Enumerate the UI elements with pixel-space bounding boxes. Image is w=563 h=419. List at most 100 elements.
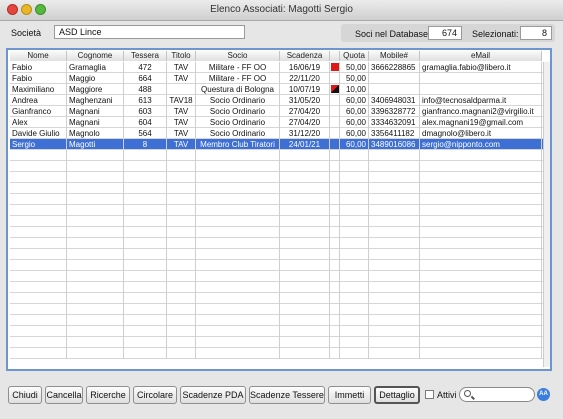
cell-nome: Maximiliano xyxy=(10,84,67,95)
cell-mobile xyxy=(369,216,420,227)
cell-mobile: 3396328772 xyxy=(369,106,420,117)
search-field[interactable] xyxy=(459,387,535,402)
empty-table-row[interactable] xyxy=(10,348,548,359)
cell-socio: Socio Ordinario xyxy=(196,117,280,128)
empty-table-row[interactable] xyxy=(10,205,548,216)
table-row[interactable]: Andrea Maghenzani 613 TAV18 Socio Ordinario 3… xyxy=(10,95,548,106)
cell-scadenza xyxy=(280,326,330,337)
cell-scadenza xyxy=(280,227,330,238)
cell-socio xyxy=(196,150,280,161)
column-header-titolo[interactable]: Titolo xyxy=(167,51,196,61)
cell-flag xyxy=(330,260,340,271)
column-header-nome[interactable]: Nome xyxy=(10,51,67,61)
cell-tessera xyxy=(124,172,167,183)
dettaglio-button[interactable]: Dettaglio xyxy=(374,386,420,404)
empty-table-row[interactable] xyxy=(10,293,548,304)
members-table[interactable]: Nome Cognome Tessera Titolo Socio Scaden… xyxy=(6,48,552,371)
empty-table-row[interactable] xyxy=(10,260,548,271)
scadenze-pda-button[interactable]: Scadenze PDA xyxy=(180,386,246,404)
cell-mobile xyxy=(369,84,420,95)
empty-table-row[interactable] xyxy=(10,172,548,183)
table-row[interactable]: Davide Giulio Magnolo 564 TAV Socio Ordinari… xyxy=(10,128,548,139)
column-header-tessera[interactable]: Tessera xyxy=(124,51,167,61)
cell-flag xyxy=(330,238,340,249)
cell-socio: Socio Ordinario xyxy=(196,128,280,139)
cell-titolo xyxy=(167,227,196,238)
column-header-mobile[interactable]: Mobile# xyxy=(369,51,420,61)
table-row[interactable]: Fabio Gramaglia 472 TAV Militare - FF OO 16/0… xyxy=(10,62,548,73)
cell-flag xyxy=(330,315,340,326)
empty-table-row[interactable] xyxy=(10,249,548,260)
cell-socio xyxy=(196,282,280,293)
column-header-flag[interactable] xyxy=(330,51,340,61)
expiry-flag-icon xyxy=(331,63,339,71)
cell-tessera: 603 xyxy=(124,106,167,117)
societa-field[interactable]: ASD Lince xyxy=(54,25,245,39)
cell-mobile xyxy=(369,315,420,326)
sort-order-icon[interactable]: AA xyxy=(537,388,550,401)
cell-tessera: 8 xyxy=(124,139,167,150)
circolare-button[interactable]: Circolare xyxy=(133,386,177,404)
empty-table-row[interactable] xyxy=(10,216,548,227)
window: Elenco Associati: Magotti Sergio Società… xyxy=(0,0,563,419)
empty-table-row[interactable] xyxy=(10,183,548,194)
table-row[interactable]: Maximiliano Maggiore 488 Questura di Bologn… xyxy=(10,84,548,95)
chiudi-button[interactable]: Chiudi xyxy=(8,386,42,404)
cell-titolo: TAV xyxy=(167,106,196,117)
empty-table-row[interactable] xyxy=(10,282,548,293)
cell-tessera xyxy=(124,194,167,205)
cell-socio xyxy=(196,216,280,227)
empty-table-row[interactable] xyxy=(10,227,548,238)
ricerche-button[interactable]: Ricerche xyxy=(86,386,130,404)
empty-table-row[interactable] xyxy=(10,337,548,348)
empty-table-row[interactable] xyxy=(10,150,548,161)
cell-email xyxy=(420,194,542,205)
cell-scadenza: 10/07/19 xyxy=(280,84,330,95)
cell-mobile xyxy=(369,326,420,337)
cell-quota xyxy=(340,194,369,205)
empty-table-row[interactable] xyxy=(10,315,548,326)
immetti-button[interactable]: Immetti xyxy=(328,386,371,404)
column-header-scadenza[interactable]: Scadenza xyxy=(280,51,330,61)
cell-nome xyxy=(10,348,67,359)
cancella-button[interactable]: Cancella xyxy=(45,386,83,404)
empty-table-row[interactable] xyxy=(10,271,548,282)
cell-flag xyxy=(330,183,340,194)
column-header-cognome[interactable]: Cognome xyxy=(67,51,124,61)
cell-email xyxy=(420,260,542,271)
column-header-quota[interactable]: Quota xyxy=(340,51,369,61)
empty-table-row[interactable] xyxy=(10,194,548,205)
table-row[interactable]: Gianfranco Magnani 603 TAV Socio Ordinario 27… xyxy=(10,106,548,117)
cell-socio xyxy=(196,161,280,172)
scadenze-tessere-button[interactable]: Scadenze Tessere xyxy=(249,386,325,404)
empty-table-row[interactable] xyxy=(10,326,548,337)
cell-flag xyxy=(330,337,340,348)
cell-flag xyxy=(330,139,340,150)
cell-scadenza xyxy=(280,249,330,260)
attivi-checkbox[interactable] xyxy=(425,390,434,399)
cell-quota xyxy=(340,293,369,304)
cell-tessera xyxy=(124,249,167,260)
cell-quota: 60,00 xyxy=(340,117,369,128)
column-header-socio[interactable]: Socio xyxy=(196,51,280,61)
table-row[interactable]: Sergio Magotti 8 TAV Membro Club Tiratori 24/… xyxy=(10,139,548,150)
empty-table-row[interactable] xyxy=(10,161,548,172)
empty-table-row[interactable] xyxy=(10,238,548,249)
cell-flag xyxy=(330,73,340,84)
table-row[interactable]: Fabio Maggio 664 TAV Militare - FF OO 22/11/2… xyxy=(10,73,548,84)
cell-email xyxy=(420,348,542,359)
cell-email xyxy=(420,205,542,216)
cell-quota xyxy=(340,227,369,238)
cell-titolo xyxy=(167,172,196,183)
column-header-email[interactable]: eMail xyxy=(420,51,542,61)
cell-scadenza: 16/06/19 xyxy=(280,62,330,73)
empty-table-row[interactable] xyxy=(10,304,548,315)
cell-cognome xyxy=(67,348,124,359)
vertical-scrollbar[interactable] xyxy=(543,62,550,367)
cell-titolo xyxy=(167,194,196,205)
table-row[interactable]: Alex Magnani 604 TAV Socio Ordinario 27/04/20… xyxy=(10,117,548,128)
cell-mobile xyxy=(369,348,420,359)
cell-mobile xyxy=(369,249,420,260)
cell-socio xyxy=(196,205,280,216)
cell-tessera xyxy=(124,260,167,271)
